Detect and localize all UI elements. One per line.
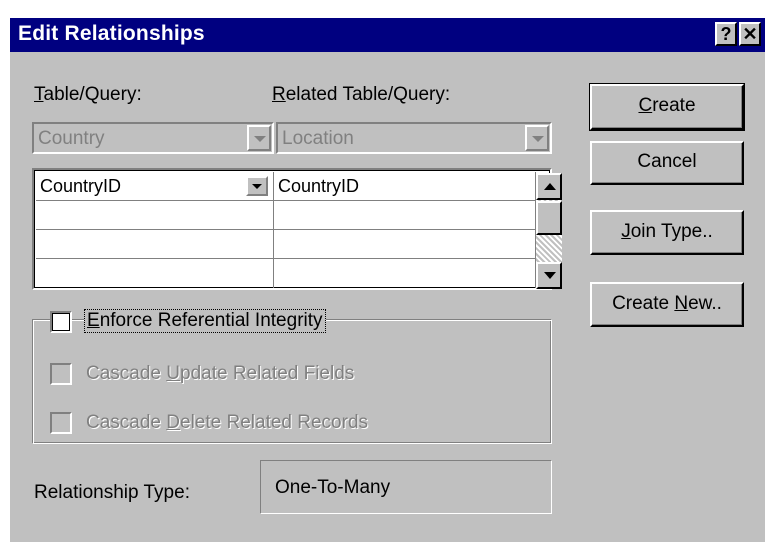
table-query-label-text: able/Query: xyxy=(43,84,142,105)
chevron-down-icon[interactable] xyxy=(247,125,271,151)
scroll-down-icon[interactable] xyxy=(536,262,562,289)
dialog-title: Edit Relationships xyxy=(18,22,205,45)
cascade-update-checkbox[interactable] xyxy=(50,363,72,385)
create-button[interactable]: Create xyxy=(589,83,745,131)
grid-cell-right-1[interactable]: CountryID xyxy=(274,172,536,201)
grid-cell-right-4[interactable] xyxy=(274,259,536,288)
related-query-accel: R xyxy=(272,84,286,105)
table-query-combo[interactable]: Country xyxy=(32,122,274,154)
grid-cell-left-4[interactable] xyxy=(36,259,274,288)
related-query-label: Related Table/Query: xyxy=(272,84,450,106)
related-query-value: Location xyxy=(282,128,354,149)
table-query-label: Table/Query: xyxy=(34,84,142,106)
join-accel: J xyxy=(621,221,631,242)
cascade-delete-label: Cascade Delete Related Records xyxy=(86,412,368,434)
help-button[interactable]: ? xyxy=(715,22,737,46)
cascade-delete-rest: elete Related Records xyxy=(180,412,369,433)
cascade-update-pre: Cascade xyxy=(86,363,167,384)
cascade-update-accel: U xyxy=(166,363,181,384)
scroll-up-icon[interactable] xyxy=(536,173,562,200)
grid-cell-text: CountryID xyxy=(278,176,360,196)
edit-relationships-dialog: Edit Relationships ? ✕ Table/Query: Rela… xyxy=(10,18,765,542)
grid-cell-right-3[interactable] xyxy=(274,230,536,259)
create-accel: C xyxy=(638,95,653,116)
relationship-type-value: One-To-Many xyxy=(275,477,391,498)
enforce-accel: E xyxy=(87,310,100,331)
create-new-button[interactable]: Create New.. xyxy=(590,282,744,327)
enforce-integrity-label[interactable]: Enforce Referential Integrity xyxy=(84,309,326,333)
chevron-down-icon[interactable] xyxy=(525,125,549,151)
create-new-accel: N xyxy=(674,293,689,314)
grid-cell-left-3[interactable] xyxy=(36,230,274,259)
cascade-update-rest: pdate Related Fields xyxy=(180,363,355,384)
relationship-type-box: One-To-Many xyxy=(260,460,552,514)
create-label: reate xyxy=(652,95,696,116)
grid-scrollbar[interactable] xyxy=(536,173,562,289)
relationship-type-label: Relationship Type: xyxy=(34,482,190,503)
enforce-integrity-checkbox[interactable] xyxy=(50,311,72,333)
grid-cell-left-1[interactable]: CountryID xyxy=(36,172,274,201)
create-new-rest: ew.. xyxy=(688,293,722,314)
related-query-combo[interactable]: Location xyxy=(276,122,552,154)
cascade-delete-checkbox[interactable] xyxy=(50,412,72,434)
table-query-accel: T xyxy=(34,84,44,105)
related-query-label-text: elated Table/Query: xyxy=(285,84,451,105)
grid-cell-text: CountryID xyxy=(40,176,122,196)
join-type-button[interactable]: Join Type.. xyxy=(590,210,744,255)
table-query-value: Country xyxy=(38,128,105,149)
create-new-pre: Create xyxy=(612,293,675,314)
cascade-delete-pre: Cascade xyxy=(86,412,167,433)
close-icon[interactable]: ✕ xyxy=(739,22,761,46)
grid-cell-left-2[interactable] xyxy=(36,201,274,230)
scroll-thumb[interactable] xyxy=(536,201,562,235)
cancel-button[interactable]: Cancel xyxy=(590,141,744,185)
field-dropdown-icon[interactable] xyxy=(246,176,268,196)
title-bar[interactable]: Edit Relationships ? ✕ xyxy=(10,18,765,52)
join-label: oin Type.. xyxy=(630,221,713,242)
field-grid: CountryID CountryID xyxy=(32,168,562,290)
cascade-update-label: Cascade Update Related Fields xyxy=(86,363,354,385)
cascade-delete-accel: D xyxy=(166,412,181,433)
grid-cell-right-2[interactable] xyxy=(274,201,536,230)
enforce-label-text: nforce Referential Integrity xyxy=(99,310,323,331)
